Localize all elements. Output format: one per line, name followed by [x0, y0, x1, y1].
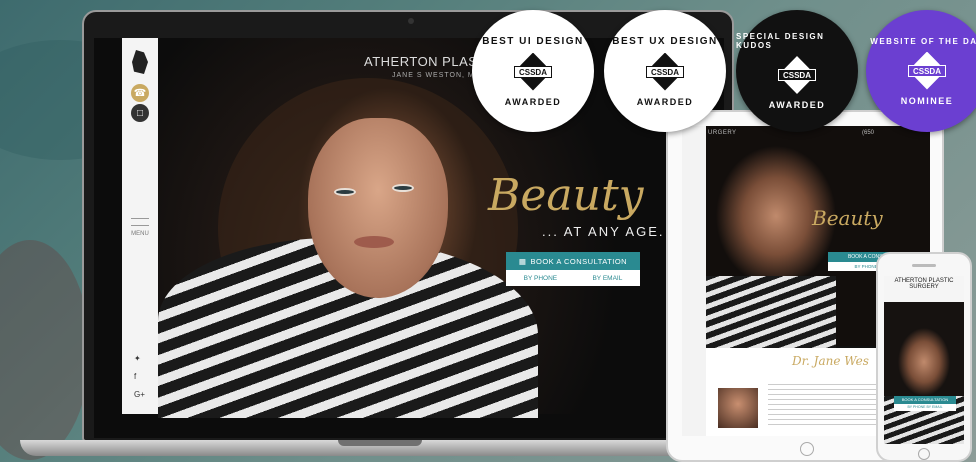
phone: BOOK A CONSULTATION BY PHONE BY EMAIL AT…: [876, 252, 972, 462]
badge-title: BEST UI DESIGN: [482, 35, 584, 47]
phone-consultation-options[interactable]: BY PHONE BY EMAIL: [894, 404, 956, 411]
tagline-any-age: ... AT ANY AGE.: [542, 224, 665, 239]
lips-shape: [354, 236, 394, 248]
google-plus-icon[interactable]: G+: [134, 390, 145, 399]
tablet-doctor-name: Dr. Jane Wes: [792, 354, 869, 368]
phone-screen: BOOK A CONSULTATION BY PHONE BY EMAIL: [884, 276, 964, 444]
laptop-notch: [338, 440, 422, 446]
by-phone-link[interactable]: BY PHONE: [524, 275, 557, 282]
badge-status: AWARDED: [768, 100, 826, 110]
site-logo[interactable]: [132, 50, 148, 74]
badge-status: AWARDED: [504, 96, 562, 107]
tablet-tagline: Beauty: [812, 206, 883, 230]
badge-best-ux[interactable]: BEST UX DESIGN CSSDA AWARDED: [604, 10, 726, 132]
background-leaf: [0, 240, 90, 460]
chat-icon[interactable]: □: [131, 104, 149, 122]
badge-title: BEST UX DESIGN: [612, 35, 718, 47]
facebook-icon[interactable]: f: [134, 372, 136, 381]
tablet-striped-sweater: [706, 276, 836, 356]
cssda-logo-icon: CSSDA: [908, 51, 946, 90]
badge-title: WEBSITE OF THE DAY: [870, 36, 976, 46]
phone-consultation-button[interactable]: BOOK A CONSULTATION: [894, 396, 956, 404]
book-consultation-button[interactable]: ▦ BOOK A CONSULTATION: [506, 252, 640, 270]
badge-status: AWARDED: [636, 96, 694, 107]
site-sidebar: ☎ □ MENU ✦ f G+: [122, 38, 158, 414]
tablet-doctor-photo: [718, 388, 758, 428]
tablet-phone-number: (650: [862, 130, 875, 136]
right-eye: [392, 184, 414, 192]
twitter-icon[interactable]: ✦: [134, 354, 141, 363]
badge-special-kudos[interactable]: SPECIAL DESIGN KUDOS CSSDA AWARDED: [736, 10, 858, 132]
phone-speaker: [912, 264, 936, 267]
badge-status: NOMINEE: [900, 95, 954, 106]
badge-best-ui[interactable]: BEST UI DESIGN CSSDA AWARDED: [472, 10, 594, 132]
badge-title: SPECIAL DESIGN KUDOS: [736, 32, 825, 50]
phone-icon[interactable]: ☎: [131, 84, 149, 102]
book-consultation-label: BOOK A CONSULTATION: [530, 256, 628, 266]
cssda-logo-icon: CSSDA: [646, 52, 684, 91]
menu-label[interactable]: MENU: [128, 230, 152, 238]
phone-home-button[interactable]: [918, 448, 930, 460]
camera-dot: [408, 18, 414, 24]
tablet-home-button[interactable]: [800, 442, 814, 456]
cssda-logo-icon: CSSDA: [778, 56, 816, 94]
tablet-site-title: URGERY: [708, 130, 737, 136]
left-eye: [334, 188, 356, 196]
consultation-options: BY PHONE BY EMAIL: [506, 270, 640, 286]
phone-site-title: ATHERTON PLASTIC SURGERY: [894, 278, 954, 290]
face-shape: [308, 118, 448, 298]
cssda-logo-icon: CSSDA: [514, 52, 552, 91]
by-email-link[interactable]: BY EMAIL: [592, 275, 622, 282]
calendar-icon: ▦: [518, 256, 527, 266]
hamburger-menu-icon[interactable]: [131, 218, 149, 226]
tagline-beauty: Beauty: [488, 170, 644, 221]
tablet-sidebar: [682, 126, 706, 436]
badge-website-of-the-day[interactable]: WEBSITE OF THE DAY CSSDA NOMINEE: [866, 10, 976, 132]
